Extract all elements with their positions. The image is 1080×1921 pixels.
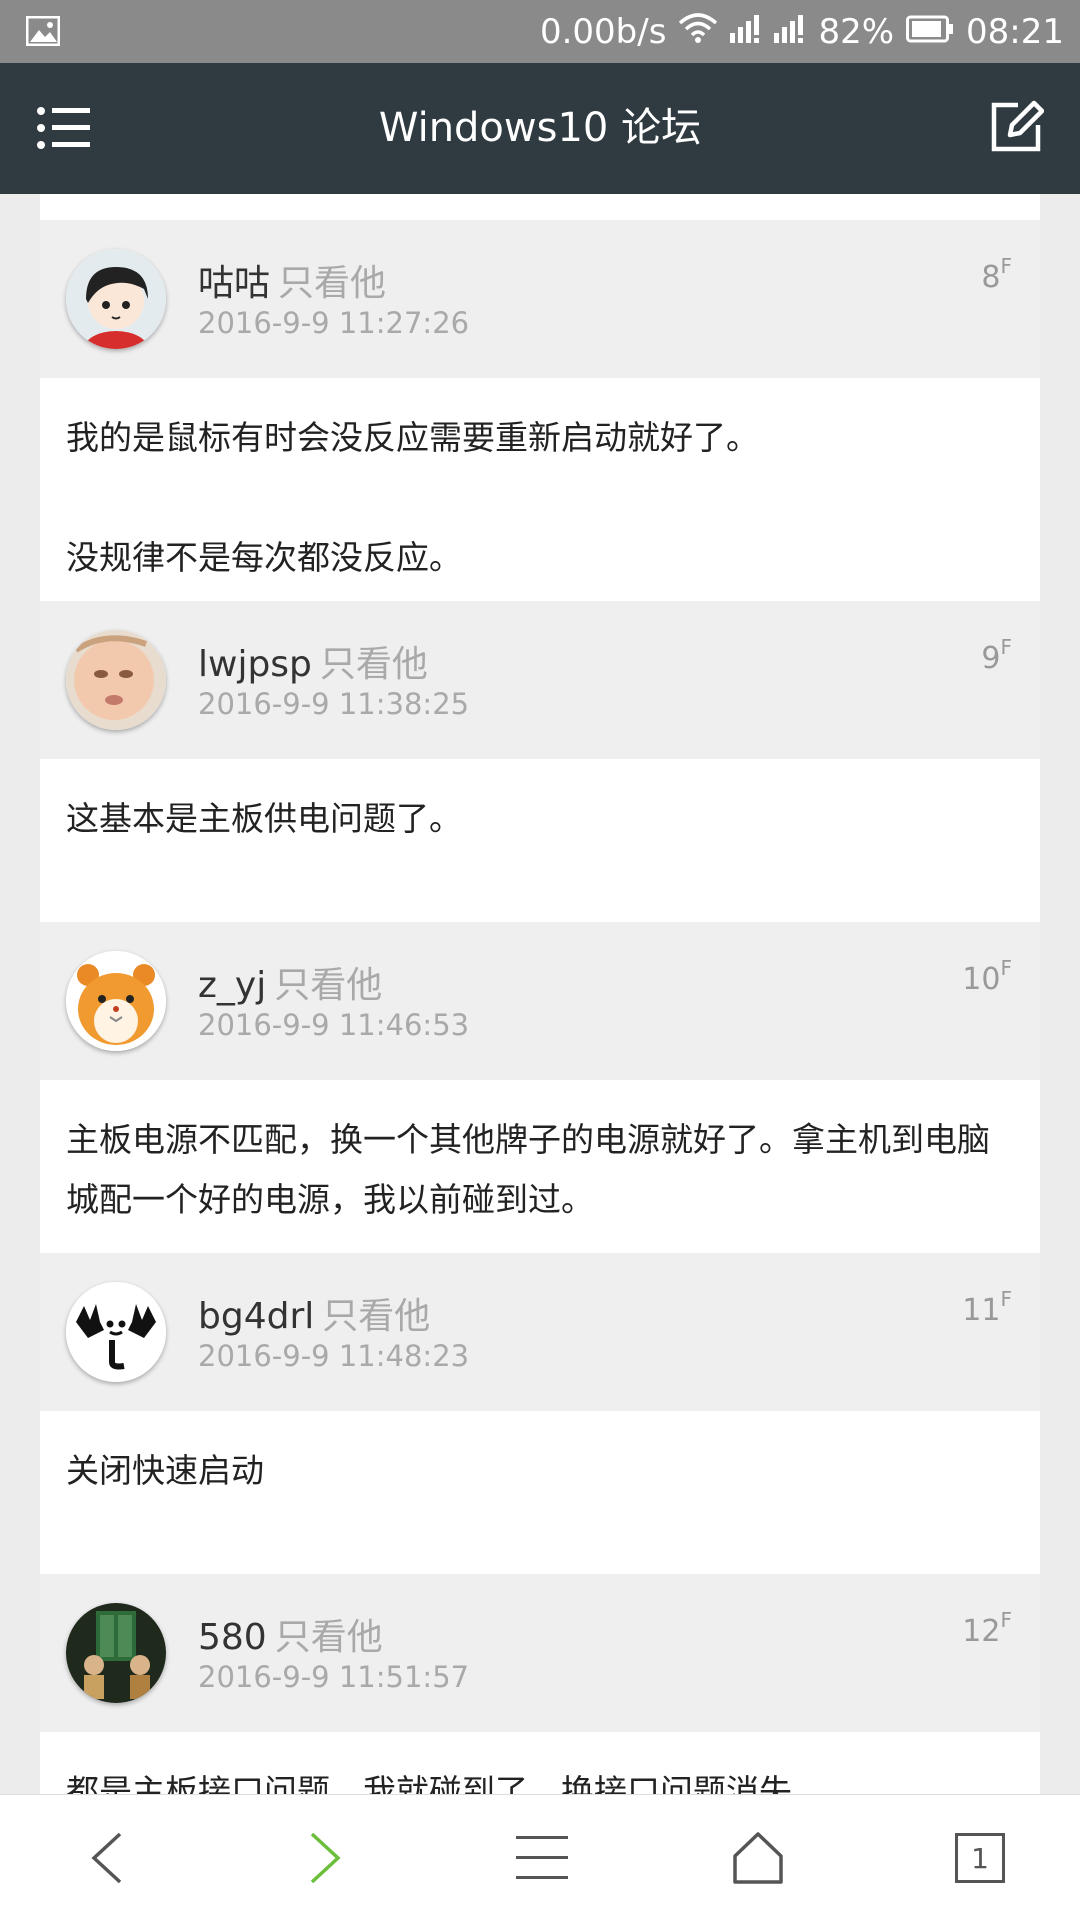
battery-icon: [906, 12, 954, 52]
post: 580 只看他 2016-9-9 11:51:57 12F 都是主板接口问题，我就…: [40, 1574, 1040, 1794]
floor-number: 11F: [962, 1287, 1012, 1328]
tab-count: 1: [955, 1833, 1005, 1883]
home-icon[interactable]: [718, 1795, 798, 1921]
forward-icon[interactable]: [290, 1795, 362, 1921]
floor-number: 9F: [981, 635, 1012, 676]
avatar[interactable]: [66, 249, 166, 349]
tabs-icon[interactable]: 1: [940, 1795, 1020, 1921]
previous-post-end: [40, 194, 1040, 220]
floor-number: 10F: [962, 956, 1012, 997]
battery-percent: 82%: [818, 11, 895, 52]
only-view-link[interactable]: 只看他: [274, 965, 382, 1006]
username[interactable]: lwjpsp 只看他: [198, 635, 428, 687]
post-text: 主板电源不匹配，换一个其他牌子的电源就好了。拿主机到电脑城配一个好的电源，我以前…: [66, 1120, 990, 1219]
username[interactable]: 580 只看他: [198, 1608, 383, 1660]
post-text: 这基本是主板供电问题了。: [66, 799, 462, 838]
post-text: 关闭快速启动: [66, 1451, 264, 1490]
post-body: 我的是鼠标有时会没反应需要重新启动就好了。 没规律不是每次都没反应。: [40, 378, 1040, 601]
post-body: 都是主板接口问题，我就碰到了，换接口问题消失: [40, 1732, 1040, 1794]
only-view-link[interactable]: 只看他: [278, 263, 386, 304]
page-title: Windows10 论坛: [378, 105, 702, 151]
post-header: lwjpsp 只看他 2016-9-9 11:38:25 9F: [40, 601, 1040, 759]
avatar[interactable]: [66, 951, 166, 1051]
username[interactable]: z_yj 只看他: [198, 956, 382, 1008]
signal-icon: [730, 12, 762, 52]
post-header: 咕咕 只看他 2016-9-9 11:27:26 8F: [40, 220, 1040, 378]
only-view-link[interactable]: 只看他: [320, 644, 428, 685]
status-bar: 0.00b/s 82% 08:21: [0, 0, 1080, 63]
bottom-nav: 1: [0, 1794, 1080, 1921]
back-icon[interactable]: [70, 1795, 142, 1921]
avatar[interactable]: [66, 1603, 166, 1703]
app-header: Windows10 论坛: [0, 63, 1080, 194]
avatar[interactable]: [66, 630, 166, 730]
floor-number: 8F: [981, 254, 1012, 295]
wifi-icon: [678, 12, 718, 52]
post-body: 关闭快速启动: [40, 1411, 1040, 1574]
floor-number: 12F: [962, 1608, 1012, 1649]
avatar[interactable]: [66, 1282, 166, 1382]
post-time: 2016-9-9 11:51:57: [198, 1660, 470, 1694]
post: bg4drl 只看他 2016-9-9 11:48:23 11F 关闭快速启动: [40, 1253, 1040, 1574]
post-time: 2016-9-9 11:38:25: [198, 687, 470, 721]
post-text: [66, 468, 1014, 528]
post-body: 主板电源不匹配，换一个其他牌子的电源就好了。拿主机到电脑城配一个好的电源，我以前…: [40, 1080, 1040, 1253]
post: lwjpsp 只看他 2016-9-9 11:38:25 9F 这基本是主板供电问…: [40, 601, 1040, 922]
only-view-link[interactable]: 只看他: [275, 1617, 383, 1658]
menu-icon[interactable]: [506, 1795, 578, 1921]
post: z_yj 只看他 2016-9-9 11:46:53 10F 主板电源不匹配，换一…: [40, 922, 1040, 1253]
username[interactable]: 咕咕 只看他: [198, 254, 386, 306]
post-text: 我的是鼠标有时会没反应需要重新启动就好了。: [66, 418, 759, 457]
username[interactable]: bg4drl 只看他: [198, 1287, 430, 1339]
post-text: 没规律不是每次都没反应。: [66, 538, 462, 577]
post-time: 2016-9-9 11:27:26: [198, 306, 470, 340]
network-speed: 0.00b/s: [539, 11, 667, 52]
post-body: 这基本是主板供电问题了。: [40, 759, 1040, 922]
clock: 08:21: [966, 11, 1064, 52]
post-header: z_yj 只看他 2016-9-9 11:46:53 10F: [40, 922, 1040, 1080]
compose-icon[interactable]: [988, 99, 1045, 159]
post-text: 都是主板接口问题，我就碰到了，换接口问题消失: [66, 1772, 792, 1794]
signal-icon: [774, 12, 806, 52]
post-header: bg4drl 只看他 2016-9-9 11:48:23 11F: [40, 1253, 1040, 1411]
thread-content[interactable]: 咕咕 只看他 2016-9-9 11:27:26 8F 我的是鼠标有时会没反应需要…: [40, 194, 1040, 1794]
post-header: 580 只看他 2016-9-9 11:51:57 12F: [40, 1574, 1040, 1732]
post-time: 2016-9-9 11:48:23: [198, 1339, 470, 1373]
gallery-icon: [25, 15, 61, 50]
only-view-link[interactable]: 只看他: [322, 1296, 430, 1337]
post-time: 2016-9-9 11:46:53: [198, 1008, 470, 1042]
post: 咕咕 只看他 2016-9-9 11:27:26 8F 我的是鼠标有时会没反应需要…: [40, 220, 1040, 601]
